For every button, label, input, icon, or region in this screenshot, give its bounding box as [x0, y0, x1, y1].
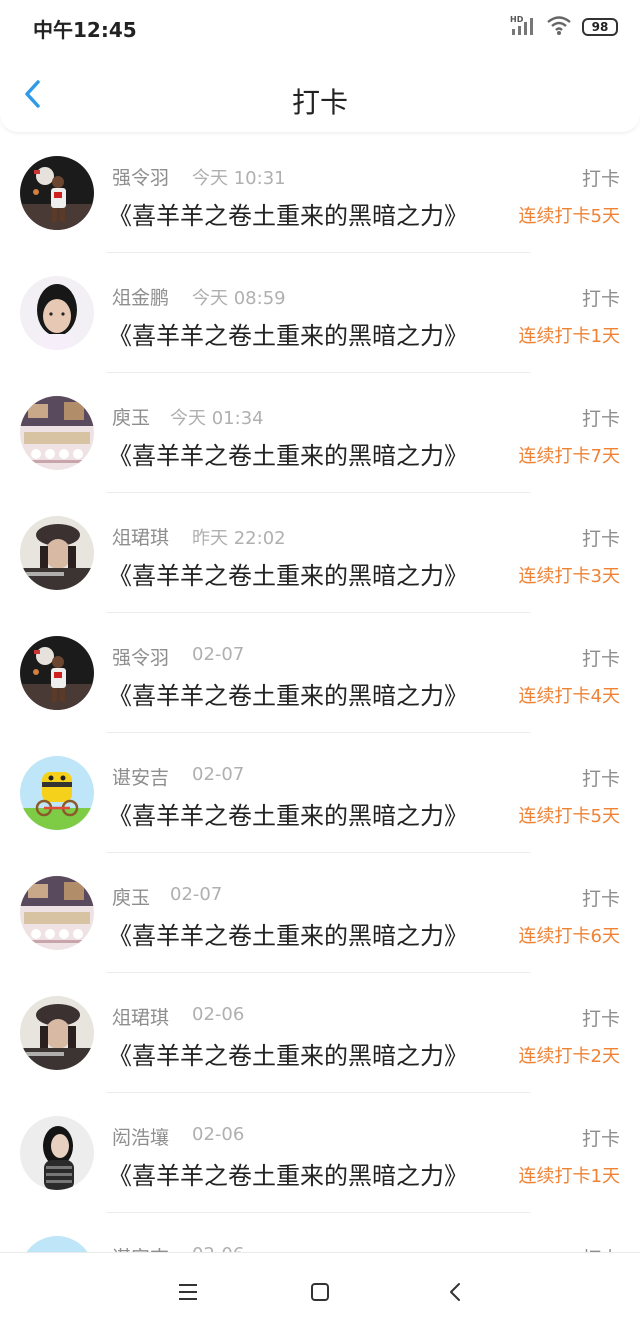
streak-label: 连续打卡6天: [518, 926, 620, 947]
battery-icon: 98: [582, 18, 618, 36]
book-title: 《喜羊羊之卷土重来的黑暗之力》: [108, 322, 468, 350]
checkin-action-label: 打卡: [581, 288, 620, 310]
user-name: 强令羽: [112, 647, 170, 669]
user-avatar[interactable]: [20, 1116, 94, 1190]
status-time: 中午12:45: [33, 18, 137, 42]
user-avatar[interactable]: [20, 636, 94, 710]
user-avatar[interactable]: [20, 156, 94, 230]
checkin-row[interactable]: 庾玉 今天 01:34 《喜羊羊之卷土重来的黑暗之力》 打卡连续打卡7天: [0, 372, 640, 492]
checkin-row[interactable]: 俎珺琪 02-06 《喜羊羊之卷土重来的黑暗之力》 打卡连续打卡2天: [0, 972, 640, 1092]
checkin-time: 今天 10:31: [192, 168, 286, 189]
header-bar: 打卡: [0, 54, 640, 132]
user-avatar[interactable]: [20, 876, 94, 950]
book-title: 《喜羊羊之卷土重来的黑暗之力》: [108, 442, 468, 470]
streak-label: 连续打卡1天: [518, 326, 620, 347]
user-avatar[interactable]: [20, 996, 94, 1070]
checkin-action-label: 打卡: [581, 168, 620, 190]
streak-label: 连续打卡5天: [518, 806, 620, 827]
checkin-action-label: 打卡: [581, 528, 620, 550]
book-title: 《喜羊羊之卷土重来的黑暗之力》: [108, 1162, 468, 1190]
user-name: 庾玉: [112, 407, 151, 429]
user-avatar[interactable]: [20, 1236, 94, 1252]
book-title: 《喜羊羊之卷土重来的黑暗之力》: [108, 202, 468, 230]
status-icons: HD 98: [510, 14, 618, 40]
streak-label: 连续打卡4天: [518, 686, 620, 707]
checkin-row[interactable]: 强令羽 02-07 《喜羊羊之卷土重来的黑暗之力》 打卡连续打卡4天: [0, 612, 640, 732]
streak-label: 连续打卡7天: [518, 446, 620, 467]
checkin-action-label: 打卡: [581, 888, 620, 910]
checkin-time: 02-07: [170, 884, 223, 905]
back-icon: [450, 1283, 460, 1301]
checkin-time: 昨天 22:02: [192, 528, 286, 549]
checkin-time: 今天 01:34: [170, 408, 264, 429]
menu-button[interactable]: [173, 1277, 203, 1307]
wifi-icon: [546, 14, 572, 40]
book-title: 《喜羊羊之卷土重来的黑暗之力》: [108, 682, 468, 710]
system-back-button[interactable]: [440, 1277, 470, 1307]
checkin-action-label: 打卡: [581, 408, 620, 430]
book-title: 《喜羊羊之卷土重来的黑暗之力》: [108, 562, 468, 590]
checkin-action-label: 打卡: [581, 1008, 620, 1030]
signal-icon: HD: [510, 14, 536, 40]
network-type-label: HD: [510, 15, 524, 24]
app-screen: 中午12:45 HD 98 打卡 强令羽 今天 10:31 《喜羊羊之卷土重来的…: [0, 0, 640, 1330]
user-name: 闳浩壤: [112, 1127, 170, 1149]
checkin-action-label: 打卡: [581, 1128, 620, 1150]
page-title: 打卡: [291, 86, 348, 119]
user-name: 谌安吉: [112, 767, 170, 789]
checkin-time: 02-07: [192, 764, 245, 785]
checkin-row[interactable]: 庾玉 02-07 《喜羊羊之卷土重来的黑暗之力》 打卡连续打卡6天: [0, 852, 640, 972]
user-avatar[interactable]: [20, 756, 94, 830]
checkin-action-label: 打卡: [581, 648, 620, 670]
streak-label: 连续打卡3天: [518, 566, 620, 587]
checkin-time: 02-06: [192, 1004, 245, 1025]
book-title: 《喜羊羊之卷土重来的黑暗之力》: [108, 922, 468, 950]
checkin-row[interactable]: 谌安吉02-06《喜羊羊之卷土重来的黑暗之力》打卡: [0, 1212, 640, 1252]
book-title: 《喜羊羊之卷土重来的黑暗之力》: [108, 802, 468, 830]
checkin-row[interactable]: 强令羽 今天 10:31 《喜羊羊之卷土重来的黑暗之力》 打卡连续打卡5天: [0, 132, 640, 252]
menu-icon: [179, 1284, 197, 1300]
streak-label: 连续打卡5天: [518, 206, 620, 227]
checkin-list: 强令羽 今天 10:31 《喜羊羊之卷土重来的黑暗之力》 打卡 连续打卡5天 俎金鹏 今天 …: [0, 132, 640, 1252]
user-avatar[interactable]: [20, 516, 94, 590]
user-name: 俎金鹏: [112, 287, 170, 309]
status-bar: 中午12:45 HD 98: [0, 0, 640, 54]
checkin-time: 02-07: [192, 644, 245, 665]
home-button[interactable]: [305, 1277, 335, 1307]
user-name: 俎珺琪: [112, 1007, 170, 1029]
battery-level: 98: [591, 20, 609, 34]
user-name: 强令羽: [112, 167, 170, 189]
checkin-time: 02-06: [192, 1244, 244, 1252]
user-name: 庾玉: [112, 887, 151, 909]
book-title: 《喜羊羊之卷土重来的黑暗之力》: [108, 1042, 468, 1070]
user-avatar[interactable]: [20, 276, 94, 350]
checkin-row[interactable]: 谌安吉 02-07 《喜羊羊之卷土重来的黑暗之力》 打卡连续打卡5天: [0, 732, 640, 852]
checkin-action-label: 打卡: [581, 768, 620, 790]
home-icon: [311, 1283, 329, 1301]
checkin-action-label: 打卡: [582, 1244, 620, 1252]
user-avatar[interactable]: [20, 396, 94, 470]
checkin-time: 02-06: [192, 1124, 245, 1145]
checkin-time: 今天 08:59: [192, 288, 286, 309]
streak-label: 连续打卡1天: [518, 1166, 620, 1187]
user-name: 谌安吉: [112, 1243, 169, 1252]
system-nav-bar: [0, 1252, 640, 1330]
user-name: 俎珺琪: [112, 527, 170, 549]
streak-label: 连续打卡2天: [518, 1046, 620, 1067]
checkin-row[interactable]: 俎金鹏 今天 08:59 《喜羊羊之卷土重来的黑暗之力》 打卡连续打卡1天: [0, 252, 640, 372]
checkin-row[interactable]: 俎珺琪 昨天 22:02 《喜羊羊之卷土重来的黑暗之力》 打卡连续打卡3天: [0, 492, 640, 612]
checkin-row[interactable]: 闳浩壤 02-06 《喜羊羊之卷土重来的黑暗之力》 打卡连续打卡1天: [0, 1092, 640, 1212]
